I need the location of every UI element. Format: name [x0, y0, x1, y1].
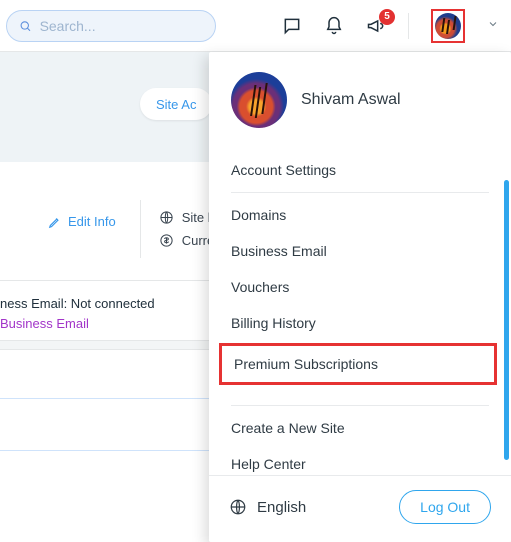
menu-divider	[231, 192, 489, 193]
bell-icon[interactable]	[324, 16, 344, 36]
site-actions-button[interactable]: Site Ac	[140, 88, 212, 120]
menu-divider	[231, 405, 489, 406]
megaphone-icon[interactable]: 5	[366, 16, 386, 36]
menu-vouchers[interactable]: Vouchers	[209, 269, 511, 305]
menu-domains[interactable]: Domains	[209, 197, 511, 233]
scrollbar-thumb[interactable]	[504, 180, 509, 460]
chevron-down-icon[interactable]	[487, 17, 499, 35]
menu-create-site[interactable]: Create a New Site	[209, 410, 511, 446]
search-input[interactable]	[38, 17, 203, 35]
edit-info-label: Edit Info	[68, 214, 116, 229]
vertical-divider	[408, 13, 409, 39]
menu-premium-subscriptions[interactable]: Premium Subscriptions	[219, 343, 497, 385]
menu-business-email[interactable]: Business Email	[209, 233, 511, 269]
user-name: Shivam Aswal	[301, 91, 401, 109]
menu-account-settings[interactable]: Account Settings	[209, 146, 511, 188]
globe-icon	[159, 210, 174, 225]
top-bar: 5	[0, 0, 511, 52]
account-dropdown: Shivam Aswal Account Settings Domains Bu…	[209, 52, 511, 542]
status-text: ness Email: Not connected	[0, 294, 155, 314]
user-avatar-small[interactable]	[435, 13, 461, 39]
menu-help-center[interactable]: Help Center	[209, 446, 511, 475]
currency-icon	[159, 233, 174, 248]
language-label: English	[257, 499, 306, 516]
user-avatar-large	[231, 72, 287, 128]
menu-billing-history[interactable]: Billing History	[209, 305, 511, 341]
pencil-icon	[48, 215, 62, 229]
search-icon	[19, 19, 32, 33]
edit-info-link[interactable]: Edit Info	[0, 200, 116, 229]
search-field[interactable]	[6, 10, 216, 42]
language-selector[interactable]: English	[229, 498, 306, 516]
logout-button[interactable]: Log Out	[399, 490, 491, 524]
business-email-link[interactable]: Business Email	[0, 314, 155, 334]
dropdown-footer: English Log Out	[209, 475, 511, 542]
topbar-actions: 5	[282, 9, 499, 43]
status-row: ness Email: Not connected Business Email	[0, 294, 155, 334]
dropdown-body: Account Settings Domains Business Email …	[209, 146, 511, 475]
dropdown-header: Shivam Aswal	[209, 52, 511, 146]
notification-badge: 5	[379, 9, 395, 25]
chat-icon[interactable]	[282, 16, 302, 36]
globe-icon	[229, 498, 247, 516]
avatar-highlight-box	[431, 9, 465, 43]
